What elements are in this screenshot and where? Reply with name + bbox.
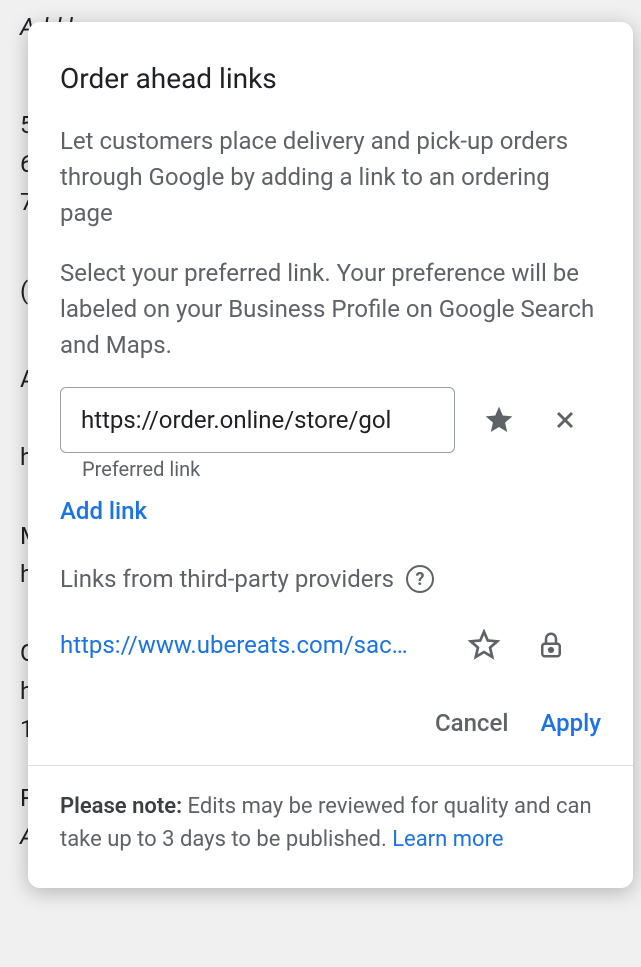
lock-icon	[536, 630, 566, 660]
modal-description-2: Select your preferred link. Your prefere…	[60, 255, 601, 363]
modal-description-1: Let customers place delivery and pick-up…	[60, 123, 601, 231]
third-party-star-button[interactable]	[460, 621, 508, 669]
star-filled-icon	[483, 404, 515, 436]
preferred-link-input[interactable]	[60, 387, 455, 453]
add-link-button[interactable]: Add link	[60, 497, 147, 525]
remove-link-button[interactable]	[543, 398, 587, 442]
modal-title: Order ahead links	[60, 62, 601, 95]
note-label: Please note:	[60, 794, 182, 819]
star-outline-icon	[468, 629, 500, 661]
lock-icon-wrapper	[528, 622, 574, 668]
input-helper-text: Preferred link	[82, 457, 601, 481]
learn-more-link[interactable]: Learn more	[392, 827, 503, 852]
third-party-label: Links from third-party providers	[60, 565, 394, 593]
apply-button[interactable]: Apply	[540, 709, 601, 737]
third-party-link[interactable]: https://www.ubereats.com/sac…	[60, 631, 440, 659]
preferred-star-button[interactable]	[475, 396, 523, 444]
cancel-button[interactable]: Cancel	[435, 709, 508, 737]
footer-note: Please note: Edits may be reviewed for q…	[28, 765, 633, 888]
help-icon[interactable]: ?	[406, 565, 434, 593]
close-icon	[551, 406, 579, 434]
order-ahead-links-modal: Order ahead links Let customers place de…	[28, 22, 633, 888]
